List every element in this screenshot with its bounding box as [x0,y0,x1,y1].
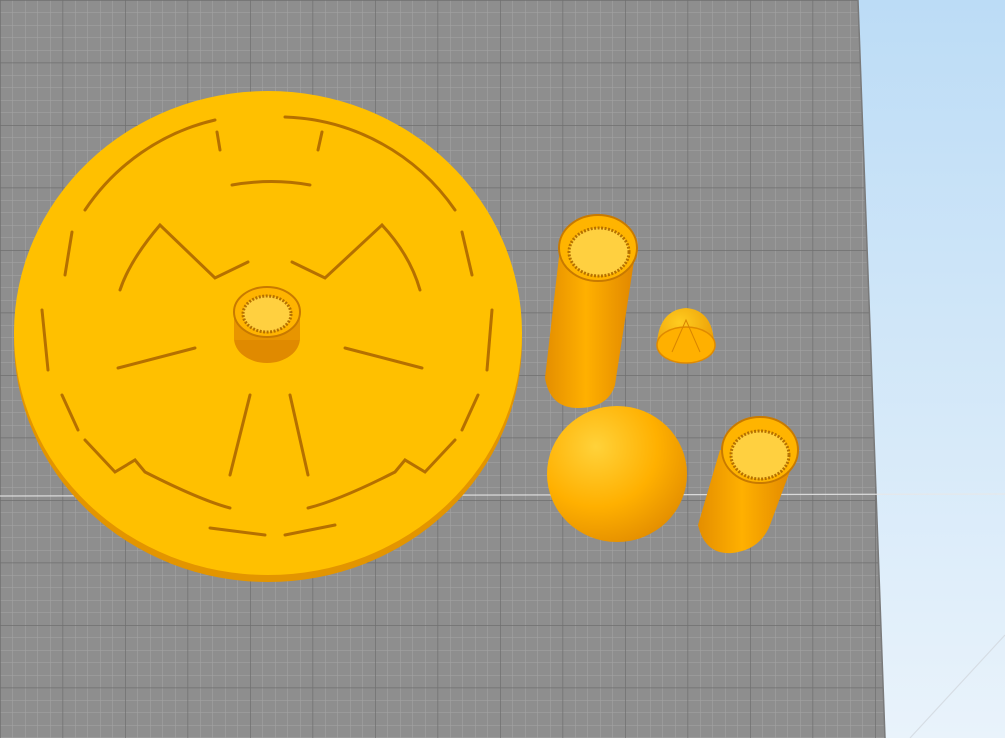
disc-base[interactable] [14,91,522,582]
sphere[interactable] [547,406,687,542]
3d-viewport[interactable] [0,0,1005,738]
